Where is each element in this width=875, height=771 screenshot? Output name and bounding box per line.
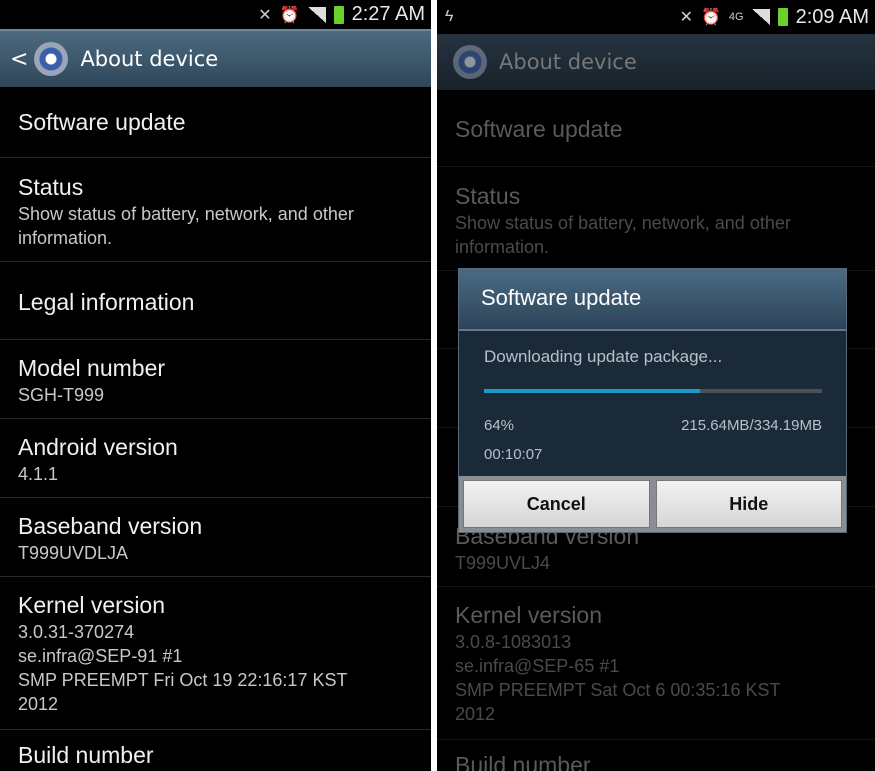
item-value: T999UVLJ4 bbox=[455, 553, 551, 573]
battery-charging-icon bbox=[777, 8, 788, 26]
list-item-software-update[interactable]: Software update bbox=[0, 87, 431, 158]
progress-fill bbox=[484, 389, 701, 393]
dialog-buttons: Cancel Hide bbox=[459, 476, 846, 532]
list-item-software-update: Software update bbox=[437, 90, 875, 167]
item-title: Android version bbox=[18, 434, 178, 460]
usb-debug-icon: ϟ bbox=[445, 8, 454, 25]
item-subtitle: Show status of battery, network, and oth… bbox=[18, 204, 354, 248]
left-screen: ✕ ⏰ 2:27 AM < About device Software upda… bbox=[0, 0, 431, 771]
item-value: T999UVDLJA bbox=[18, 543, 129, 563]
progress-percent: 64% bbox=[484, 417, 515, 434]
list-item-model: Model number SGH-T999 bbox=[0, 340, 431, 419]
item-value: 3.0.31-370274 bbox=[18, 622, 135, 642]
dialog-message: Downloading update package... bbox=[484, 347, 723, 366]
item-title: Status bbox=[18, 174, 84, 200]
item-value: 3.0.8-1083013 bbox=[455, 632, 572, 652]
hide-button[interactable]: Hide bbox=[655, 480, 842, 528]
item-value: 4.1.1 bbox=[18, 464, 59, 484]
list-item-kernel: Kernel version 3.0.8-1083013 se.infra@SEP… bbox=[437, 587, 875, 740]
item-title: Baseband version bbox=[18, 513, 203, 539]
settings-gear-icon bbox=[453, 45, 487, 79]
list-item-legal[interactable]: Legal information bbox=[0, 262, 431, 340]
item-value: SGH-T999 bbox=[18, 385, 105, 405]
cancel-button[interactable]: Cancel bbox=[463, 480, 650, 528]
list-item-build-number: Build number bbox=[0, 730, 431, 771]
action-bar: About device bbox=[437, 34, 875, 90]
download-size: 215.64MB/334.19MB bbox=[681, 417, 822, 434]
download-progress-bar bbox=[484, 389, 822, 393]
item-title: Status bbox=[455, 183, 521, 209]
mute-icon: ✕ bbox=[679, 9, 693, 26]
list-item-baseband: Baseband version T999UVDLJA bbox=[0, 498, 431, 577]
item-title: Kernel version bbox=[455, 602, 603, 628]
page-title: About device bbox=[80, 47, 219, 71]
list-item-kernel: Kernel version 3.0.31-370274 se.infra@SEP… bbox=[0, 577, 431, 730]
item-value: 2012 bbox=[18, 694, 59, 714]
item-title: Build number bbox=[455, 752, 591, 771]
item-value: 2012 bbox=[455, 704, 496, 724]
item-value: se.infra@SEP-91 #1 bbox=[18, 646, 183, 666]
item-title: Legal information bbox=[18, 289, 195, 315]
item-title: Kernel version bbox=[18, 592, 166, 618]
item-value: SMP PREEMPT Sat Oct 6 00:35:16 KST bbox=[455, 680, 781, 700]
software-update-dialog: Software update Downloading update packa… bbox=[458, 268, 847, 533]
dialog-title: Software update bbox=[459, 269, 846, 331]
item-subtitle: Show status of battery, network, and oth… bbox=[455, 213, 791, 257]
item-value: SMP PREEMPT Fri Oct 19 22:16:17 KST bbox=[18, 670, 348, 690]
status-bar: ϟ ✕ ⏰ 4G 2:09 AM bbox=[437, 0, 875, 34]
list-item-status: Status Show status of battery, network, a… bbox=[437, 167, 875, 271]
item-title: Model number bbox=[18, 355, 166, 381]
mute-icon: ✕ bbox=[258, 6, 272, 24]
back-icon[interactable]: < bbox=[10, 47, 28, 72]
list-item-status[interactable]: Status Show status of battery, network, a… bbox=[0, 158, 431, 262]
item-value: se.infra@SEP-65 #1 bbox=[455, 656, 620, 676]
alarm-icon: ⏰ bbox=[701, 9, 721, 26]
item-title: Software update bbox=[18, 109, 186, 135]
clock: 2:09 AM bbox=[795, 5, 869, 28]
list-item-android-version[interactable]: Android version 4.1.1 bbox=[0, 419, 431, 498]
status-bar: ✕ ⏰ 2:27 AM bbox=[0, 0, 431, 29]
clock: 2:27 AM bbox=[351, 3, 425, 25]
item-title: Software update bbox=[455, 116, 623, 142]
list-item-build-number: Build number bbox=[437, 740, 875, 771]
settings-gear-icon bbox=[34, 42, 69, 76]
signal-icon bbox=[751, 9, 770, 25]
item-title: Build number bbox=[18, 742, 154, 768]
signal-icon bbox=[307, 6, 326, 23]
action-bar: < About device bbox=[0, 29, 431, 87]
page-title: About device bbox=[499, 50, 637, 74]
alarm-icon: ⏰ bbox=[279, 6, 300, 24]
4g-data-icon: 4G bbox=[728, 11, 744, 23]
elapsed-time: 00:10:07 bbox=[484, 446, 543, 463]
battery-charging-icon bbox=[333, 5, 344, 24]
